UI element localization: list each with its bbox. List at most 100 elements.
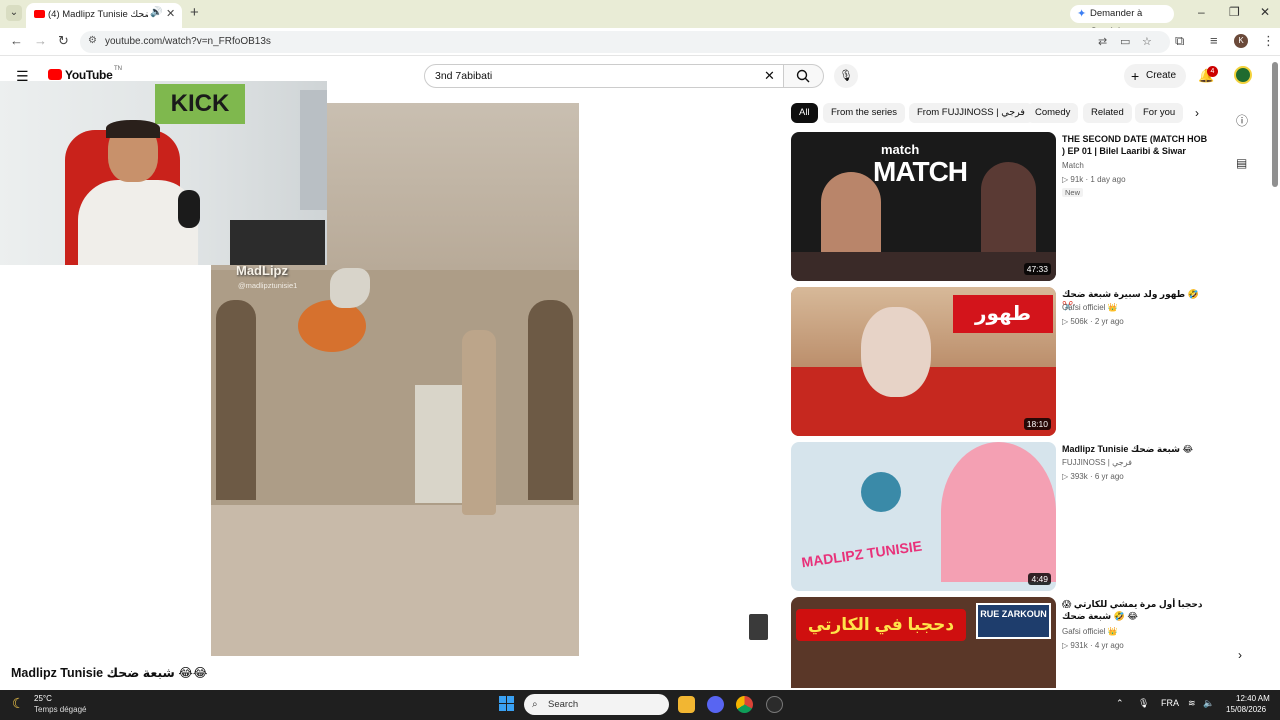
search-input[interactable]: 3nd 7abibati ✕ xyxy=(424,64,784,88)
forward-arrow-icon[interactable]: → xyxy=(34,33,47,48)
chip-from-the-series[interactable]: From the series xyxy=(823,103,905,123)
browser-tab-active[interactable]: (4) Madlipz Tunisie ضحك 🔊 ✕ xyxy=(26,3,182,28)
profile-avatar[interactable]: K xyxy=(1234,34,1248,48)
new-badge: New xyxy=(1062,188,1084,197)
chip-for-you[interactable]: For you xyxy=(1135,103,1184,123)
chrome-icon[interactable] xyxy=(736,696,753,713)
youtube-logo-icon[interactable] xyxy=(48,69,62,80)
create-label: Create xyxy=(1146,70,1177,81)
chip-comedy[interactable]: Comedy xyxy=(1027,103,1079,123)
video-scene-door xyxy=(216,300,256,500)
small-overlay-thumbnail[interactable] xyxy=(749,614,768,640)
video-duration: 4:49 xyxy=(1028,573,1051,585)
gemini-button[interactable]: ✦ Demander à Gemini xyxy=(1070,5,1174,37)
language-indicator[interactable]: FRA xyxy=(1161,698,1179,708)
translate-icon[interactable]: ⇄ xyxy=(1098,35,1107,48)
reload-icon[interactable]: ↻ xyxy=(58,33,69,49)
madlipz-watermark: MadLipz xyxy=(236,263,288,278)
chip-all[interactable]: All xyxy=(791,103,818,123)
recommendation-thumbnail[interactable]: طهور 18:10 xyxy=(791,287,1056,436)
windows-start-icon[interactable] xyxy=(499,696,515,712)
extensions-icon[interactable]: ⧉ xyxy=(1175,33,1184,49)
scroll-next-arrow-icon[interactable]: › xyxy=(1238,648,1242,662)
windows-taskbar: ☾ 25°C Temps dégagé ⌕ Search ⌃ 🎙 FRA ≋ 🔈… xyxy=(0,690,1280,720)
upload-age: 2 yr ago xyxy=(1094,317,1124,326)
youtube-favicon-icon xyxy=(34,10,45,18)
volume-icon[interactable]: 🔈 xyxy=(1203,698,1214,709)
streamer-hair xyxy=(106,120,160,138)
upload-age: 6 yr ago xyxy=(1094,472,1124,481)
recommendation-channel[interactable]: FUJJINOSS | فرجي xyxy=(1062,458,1132,467)
page-scrollbar[interactable] xyxy=(1272,62,1278,187)
browser-toolbar: ← → ↻ ⚙ youtube.com/watch?v=n_FRfoOB13s … xyxy=(0,28,1280,56)
voice-search-mic-icon[interactable]: 🎙 xyxy=(834,64,858,88)
search-button[interactable] xyxy=(784,64,824,88)
video-scene-door xyxy=(528,300,573,500)
chips-next-arrow-icon[interactable]: › xyxy=(1195,106,1199,120)
browser-menu-icon[interactable]: ⋮ xyxy=(1262,33,1275,49)
clock-date[interactable]: 15/08/2026 xyxy=(1226,705,1266,714)
thumbnail-brand: match xyxy=(881,142,920,157)
clock-time[interactable]: 12:40 AM xyxy=(1236,694,1270,703)
new-tab-button[interactable]: + xyxy=(190,4,199,21)
taskbar-search-label: Search xyxy=(548,699,579,710)
taskbar-search[interactable]: ⌕ Search xyxy=(524,694,669,715)
recommendation-thumbnail[interactable]: match MATCH 47:33 xyxy=(791,132,1056,281)
thumbnail-text: دحجبا في الكارتي xyxy=(796,609,966,641)
tray-chevron-icon[interactable]: ⌃ xyxy=(1116,698,1124,709)
madlipz-watermark-handle: @madlipztunisie1 xyxy=(238,281,298,290)
maximize-button[interactable]: ❐ xyxy=(1229,5,1240,19)
weather-moon-icon[interactable]: ☾ xyxy=(12,695,25,712)
recommendation-channel[interactable]: Gafsi officiel 👑 xyxy=(1062,303,1118,312)
view-count: 91k xyxy=(1070,175,1084,184)
site-info-icon[interactable]: ⚙ xyxy=(88,35,97,46)
reading-list-icon[interactable]: ≡ xyxy=(1210,33,1218,48)
account-avatar[interactable] xyxy=(1234,66,1252,84)
recommendation-channel[interactable]: Match xyxy=(1062,161,1084,170)
chip-from-fujjinoss[interactable]: From FUJJINOSS | فرجي xyxy=(909,103,1033,123)
search-icon: ⌕ xyxy=(532,699,538,710)
weather-temperature[interactable]: 25°C xyxy=(34,694,52,703)
thumbnail-character xyxy=(861,307,931,397)
kick-sign: KICK xyxy=(155,84,245,124)
recommendation-title[interactable]: Madlipz Tunisie شبعة ضحك 😂 xyxy=(1062,443,1212,455)
video-scene-floor xyxy=(211,505,579,656)
recommendation-channel[interactable]: Gafsi officiel 👑 xyxy=(1062,627,1118,636)
create-button[interactable]: + Create xyxy=(1124,64,1186,88)
search-icon xyxy=(796,69,810,83)
recommendation-title[interactable]: دحجبا أول مرة يمشي للكارتي 😱 شبعة ضحك 🤣 … xyxy=(1062,598,1212,622)
discord-icon[interactable] xyxy=(707,696,724,713)
cast-icon[interactable]: ▭ xyxy=(1120,35,1130,48)
close-window-button[interactable]: ✕ xyxy=(1260,5,1270,19)
wifi-icon[interactable]: ≋ xyxy=(1188,698,1196,709)
search-query[interactable]: 3nd 7abibati xyxy=(435,70,492,82)
app-icon[interactable] xyxy=(766,696,783,713)
address-bar[interactable]: ⚙ youtube.com/watch?v=n_FRfoOB13s ⇄ ▭ ☆ xyxy=(80,31,1170,53)
recommendation-thumbnail[interactable]: دحجبا في الكارتي RUE ZARKOUN xyxy=(791,597,1056,688)
tab-search-menu-icon[interactable]: ⌄ xyxy=(6,5,22,21)
chip-related[interactable]: Related xyxy=(1083,103,1132,123)
recommendation-meta: ▷ 91k · 1 day ago xyxy=(1062,175,1126,184)
upload-age: 1 day ago xyxy=(1090,175,1126,184)
tab-close-icon[interactable]: ✕ xyxy=(166,7,175,20)
weather-description[interactable]: Temps dégagé xyxy=(34,705,86,714)
recommendation-thumbnail[interactable]: MADLIPZ TUNISIE 4:49 xyxy=(791,442,1056,591)
browser-tabstrip: ⌄ (4) Madlipz Tunisie ضحك 🔊 ✕ + ✦ Demand… xyxy=(0,0,1280,37)
microphone-tray-icon[interactable]: 🎙 xyxy=(1138,698,1149,709)
recommendation-meta: ▷ 393k · 6 yr ago xyxy=(1062,472,1124,481)
thumbnail-text: طهور xyxy=(953,295,1053,333)
bookmark-star-icon[interactable]: ☆ xyxy=(1142,35,1152,48)
thumbnail-phone xyxy=(861,472,901,512)
clear-search-icon[interactable]: ✕ xyxy=(764,68,775,84)
webcam-microphone xyxy=(178,190,200,228)
tab-title: (4) Madlipz Tunisie ضحك xyxy=(48,9,148,20)
youtube-logo-text[interactable]: YouTube xyxy=(65,68,113,82)
speaker-icon[interactable]: 🔊 xyxy=(150,7,162,18)
chat-icon[interactable]: ▤ xyxy=(1236,156,1247,170)
recommendation-title[interactable]: THE SECOND DATE (MATCH HOB ) EP 01 | Bil… xyxy=(1062,133,1212,157)
file-explorer-icon[interactable] xyxy=(678,696,695,713)
back-arrow-icon[interactable]: ← xyxy=(10,33,23,48)
webcam-desk-gear xyxy=(230,220,325,265)
minimize-button[interactable]: – xyxy=(1198,5,1205,19)
info-icon[interactable]: ⓘ xyxy=(1236,112,1248,129)
